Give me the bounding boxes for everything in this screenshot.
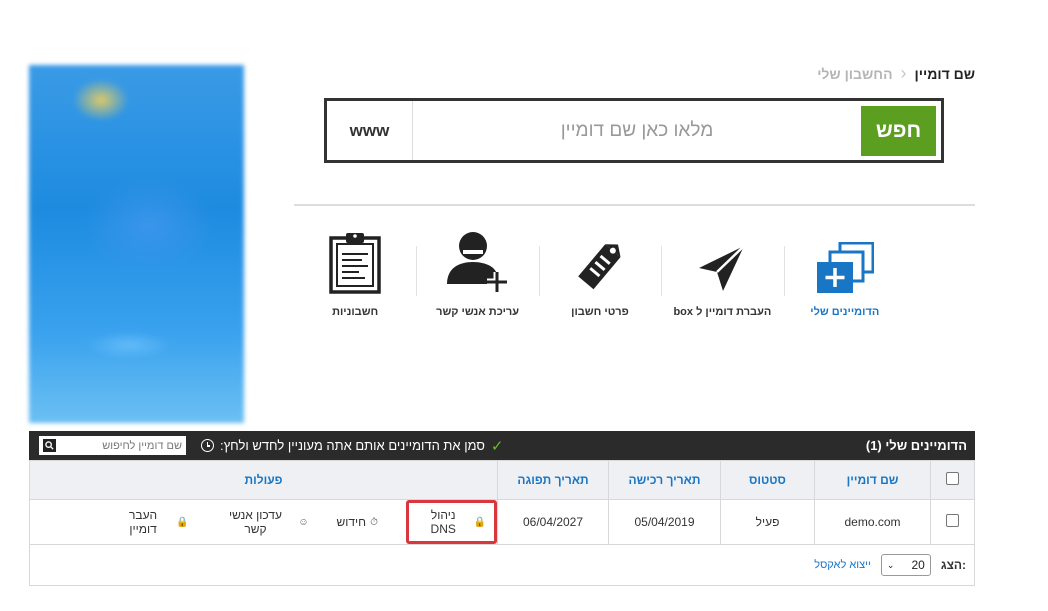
col-expiry-date[interactable]: תאריך תפוגה (497, 460, 609, 500)
transfer-domain-label: העבר דומיין (128, 508, 158, 536)
domains-panel: ✓ סמן את הדומיינים אותם אתה מעוניין לחדש… (29, 431, 975, 586)
transfer-domain-link[interactable]: העבר דומיין 🔒 (114, 508, 189, 536)
row-checkbox[interactable] (946, 514, 959, 527)
export-excel-link[interactable]: ייצוא לאקסל (814, 559, 871, 571)
divider (294, 204, 975, 206)
breadcrumb-current: שם דומיין (914, 65, 975, 82)
domain-search-box: www חפש (324, 98, 944, 163)
domain-name[interactable]: demo.com (814, 499, 931, 545)
renew-hint-text: סמן את הדומיינים אותם אתה מעוניין לחדש ו… (220, 438, 485, 453)
renew-label: חידוש (336, 515, 367, 529)
col-purchase-date[interactable]: תאריך רכישה (608, 460, 721, 500)
page-size-value: 20 (911, 558, 925, 572)
transfer-plane-icon (697, 228, 747, 294)
timer-icon: ⏱ (370, 516, 378, 528)
action-label: העברת דומיין ל box (673, 306, 772, 318)
account-actions: הדומיינים שלי העברת דומיין ל box פרטי חש… (294, 228, 906, 328)
table-row: demo.com פעיל 05/04/2019 06/04/2027 ניהו… (29, 499, 975, 545)
col-status[interactable]: סטטוס (720, 460, 815, 500)
col-actions: פעולות (29, 460, 498, 500)
row-actions: ניהול DNS 🔒 חידוש ⏱ עדכון אנשי קשר ☺ העב… (30, 500, 497, 544)
www-prefix: www (327, 101, 413, 160)
manage-dns-label: ניהול DNS (430, 508, 456, 536)
domain-status: פעיל (720, 499, 815, 545)
page-size-label: הצג: (940, 558, 966, 572)
action-invoices[interactable]: חשבוניות (294, 228, 418, 328)
domains-table: שם דומיין סטטוס תאריך רכישה תאריך תפוגה … (29, 460, 975, 545)
col-domain[interactable]: שם דומיין (814, 460, 931, 500)
action-account-details[interactable]: פרטי חשבון (539, 228, 663, 328)
purchase-date: 05/04/2019 (608, 499, 721, 545)
renew-clock-icon[interactable] (201, 439, 214, 452)
domain-filter-input[interactable] (56, 439, 182, 452)
domains-panel-header: ✓ סמן את הדומיינים אותם אתה מעוניין לחדש… (29, 431, 975, 460)
promo-banner[interactable] (29, 65, 244, 423)
chevron-left-icon: ‹ (900, 63, 907, 83)
chevron-down-icon: ⌄ (886, 559, 895, 570)
action-edit-contacts[interactable]: עריכת אנשי קשר (416, 228, 541, 328)
account-tag-icon (574, 228, 626, 294)
action-transfer-domain[interactable]: העברת דומיין ל box (661, 228, 786, 328)
search-button[interactable]: חפש (861, 105, 936, 156)
action-label: הדומיינים שלי (810, 306, 880, 318)
lock-icon: 🔒 (176, 516, 189, 528)
action-label: חשבוניות (332, 306, 379, 318)
check-icon: ✓ (490, 437, 504, 455)
my-domains-icon (816, 228, 874, 294)
breadcrumb-root[interactable]: החשבון שלי (817, 66, 892, 82)
update-contacts-link[interactable]: עדכון אנשי קשר ☺ (217, 508, 309, 536)
renew-hint: ✓ סמן את הדומיינים אותם אתה מעוניין לחדש… (201, 437, 503, 455)
lock-icon: 🔒 (473, 516, 486, 528)
breadcrumb: החשבון שלי ‹ שם דומיין (817, 63, 975, 84)
update-contacts-label: עדכון אנשי קשר (228, 508, 282, 536)
add-contact-icon (445, 228, 511, 294)
renew-link[interactable]: חידוש ⏱ (337, 515, 378, 529)
manage-dns-link[interactable]: ניהול DNS 🔒 (405, 500, 497, 544)
table-footer: ייצוא לאקסל ⌄ 20 הצג: (29, 545, 975, 586)
select-all-cell (930, 460, 975, 500)
search-icon[interactable] (43, 439, 56, 452)
user-icon: ☺ (298, 516, 309, 528)
domain-search-input[interactable] (413, 101, 861, 160)
action-label: עריכת אנשי קשר (436, 306, 520, 318)
action-my-domains[interactable]: הדומיינים שלי (784, 228, 906, 328)
domain-filter (39, 436, 186, 455)
select-all-checkbox[interactable] (946, 472, 959, 485)
table-header-row: שם דומיין סטטוס תאריך רכישה תאריך תפוגה … (29, 460, 975, 500)
action-label: פרטי חשבון (571, 306, 629, 318)
clipboard-icon (329, 228, 381, 294)
domains-panel-title: הדומיינים שלי (1) (865, 438, 967, 453)
row-select-cell (930, 499, 975, 545)
row-actions-cell: ניהול DNS 🔒 חידוש ⏱ עדכון אנשי קשר ☺ העב… (29, 499, 498, 545)
expiry-date: 06/04/2027 (497, 499, 609, 545)
page-size-select[interactable]: ⌄ 20 (880, 554, 931, 576)
